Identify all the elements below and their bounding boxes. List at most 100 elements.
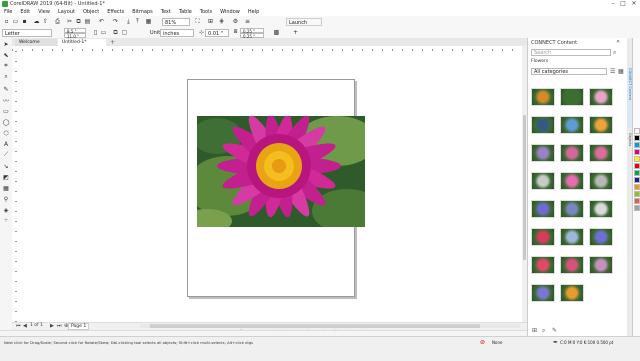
list-view-icon[interactable]: ☰: [610, 68, 615, 75]
menu-layout[interactable]: Layout: [54, 9, 79, 15]
redo-icon[interactable]: ↷: [112, 18, 119, 25]
color-swatch[interactable]: [634, 170, 640, 176]
menu-window[interactable]: Window: [216, 9, 244, 15]
content-thumbnail[interactable]: [531, 284, 555, 302]
last-page-icon[interactable]: ⏭: [57, 323, 62, 329]
content-thumbnail[interactable]: [560, 256, 584, 274]
content-thumbnail[interactable]: [589, 172, 613, 190]
pick-tool-icon[interactable]: ➤: [2, 40, 10, 48]
drawing-canvas[interactable]: [17, 51, 522, 322]
menu-edit[interactable]: Edit: [16, 9, 34, 15]
color-swatch[interactable]: [634, 198, 640, 204]
freehand-tool-icon[interactable]: ✎: [2, 85, 10, 93]
color-swatch[interactable]: [634, 149, 640, 155]
current-page-icon[interactable]: ▢: [121, 29, 128, 36]
menu-help[interactable]: Help: [244, 9, 263, 15]
fill-status[interactable]: None: [492, 340, 502, 345]
content-thumbnail[interactable]: [531, 116, 555, 134]
undo-icon[interactable]: ↶: [98, 18, 105, 25]
tab-untitled-1[interactable]: Untitled-1*: [58, 39, 106, 46]
crop-tool-icon[interactable]: ⌗: [2, 62, 10, 70]
content-thumbnail[interactable]: [589, 88, 613, 106]
import-icon[interactable]: ⤓: [125, 18, 132, 25]
units-select[interactable]: inches: [160, 29, 194, 37]
color-swatch[interactable]: [634, 142, 640, 148]
content-thumbnail[interactable]: [589, 144, 613, 162]
interactive-fill-icon[interactable]: ◈: [2, 206, 10, 214]
horizontal-scroll-thumb[interactable]: [150, 324, 480, 328]
menu-view[interactable]: View: [34, 9, 54, 15]
search-input[interactable]: Search: [531, 49, 611, 56]
copy-icon[interactable]: ⧉: [75, 18, 82, 25]
thumbnail-view-icon[interactable]: ▦: [618, 68, 624, 75]
search-icon[interactable]: ⌕: [613, 49, 616, 57]
plus-icon[interactable]: +: [292, 29, 299, 36]
content-thumbnail[interactable]: [560, 88, 584, 106]
menu-table[interactable]: Table: [175, 9, 196, 15]
save-icon[interactable]: ▪: [21, 18, 28, 25]
publish-pdf-icon[interactable]: ▦: [145, 18, 152, 25]
cloud-icon[interactable]: ☁: [33, 18, 40, 25]
vertical-scroll-thumb[interactable]: [523, 115, 526, 260]
eyedropper-icon[interactable]: ⚲: [2, 195, 10, 203]
polygon-tool-icon[interactable]: ⬡: [2, 129, 10, 137]
content-thumbnail[interactable]: [560, 200, 584, 218]
new-document-icon[interactable]: ▫: [3, 18, 10, 25]
shape-tool-icon[interactable]: ⬉: [2, 51, 10, 59]
new-tab-icon[interactable]: +: [110, 39, 115, 46]
content-thumbnail[interactable]: [560, 172, 584, 190]
menu-text[interactable]: Text: [157, 9, 175, 15]
export-icon[interactable]: ⤒: [134, 18, 141, 25]
zoom-thumbnails-icon[interactable]: ⌕: [542, 327, 545, 335]
edit-icon[interactable]: ✎: [552, 327, 557, 334]
outline-status[interactable]: C:0 M:0 Y:0 K:100 0.500 pt: [560, 340, 613, 345]
content-thumbnail[interactable]: [531, 228, 555, 246]
zoom-level-select[interactable]: 81%: [162, 18, 190, 26]
close-button[interactable]: ✕: [629, 0, 639, 8]
add-tool-icon[interactable]: +: [2, 216, 10, 224]
content-thumbnail[interactable]: [589, 256, 613, 274]
maximize-button[interactable]: □: [618, 0, 628, 8]
paper-size-select[interactable]: Letter: [2, 29, 52, 37]
parallel-dimension-icon[interactable]: ⟋: [2, 151, 10, 159]
grid-icon[interactable]: ⋕: [218, 18, 225, 25]
all-pages-icon[interactable]: ⧉: [112, 29, 119, 36]
ellipse-tool-icon[interactable]: ◯: [2, 118, 10, 126]
menu-tools[interactable]: Tools: [196, 9, 216, 15]
flower-bitmap[interactable]: [197, 116, 365, 227]
content-thumbnail[interactable]: [560, 228, 584, 246]
treat-as-filled-icon[interactable]: ▩: [273, 29, 280, 36]
color-swatch[interactable]: [634, 135, 640, 141]
open-icon[interactable]: ▭: [12, 18, 19, 25]
snap-icon[interactable]: ⊞: [207, 18, 214, 25]
page-1-tab[interactable]: Page 1: [68, 323, 90, 330]
cloud-upload-icon[interactable]: ⇧: [42, 18, 49, 25]
portrait-icon[interactable]: ▯: [92, 29, 99, 36]
category-select[interactable]: All categories: [531, 68, 607, 75]
paste-icon[interactable]: ▤: [84, 18, 91, 25]
next-page-icon[interactable]: ▶: [50, 323, 54, 329]
color-swatch[interactable]: [634, 163, 640, 169]
alignment-icon[interactable]: ≡: [244, 18, 251, 25]
first-page-icon[interactable]: ⏮: [16, 323, 21, 329]
color-swatch[interactable]: [634, 156, 640, 162]
color-swatch[interactable]: [634, 184, 640, 190]
content-thumbnail[interactable]: [560, 116, 584, 134]
color-swatch[interactable]: [634, 177, 640, 183]
launch-dropdown[interactable]: Launch: [286, 18, 322, 26]
fullscreen-icon[interactable]: ⛶: [194, 18, 201, 25]
landscape-icon[interactable]: ▭: [100, 29, 107, 36]
menu-object[interactable]: Object: [79, 9, 103, 15]
content-thumbnail[interactable]: [531, 88, 555, 106]
tab-welcome-screen[interactable]: Welcome Screen: [15, 39, 57, 52]
transparency-icon[interactable]: ▦: [2, 184, 10, 192]
content-thumbnail[interactable]: [531, 172, 555, 190]
color-swatch[interactable]: [634, 205, 640, 211]
content-thumbnail[interactable]: [560, 284, 584, 302]
menu-bitmaps[interactable]: Bitmaps: [128, 9, 157, 15]
text-tool-icon[interactable]: A: [2, 140, 10, 148]
content-thumbnail[interactable]: [589, 228, 613, 246]
prev-page-icon[interactable]: ◀: [23, 323, 27, 329]
minimize-button[interactable]: –: [608, 0, 618, 8]
color-swatch[interactable]: [634, 128, 640, 134]
